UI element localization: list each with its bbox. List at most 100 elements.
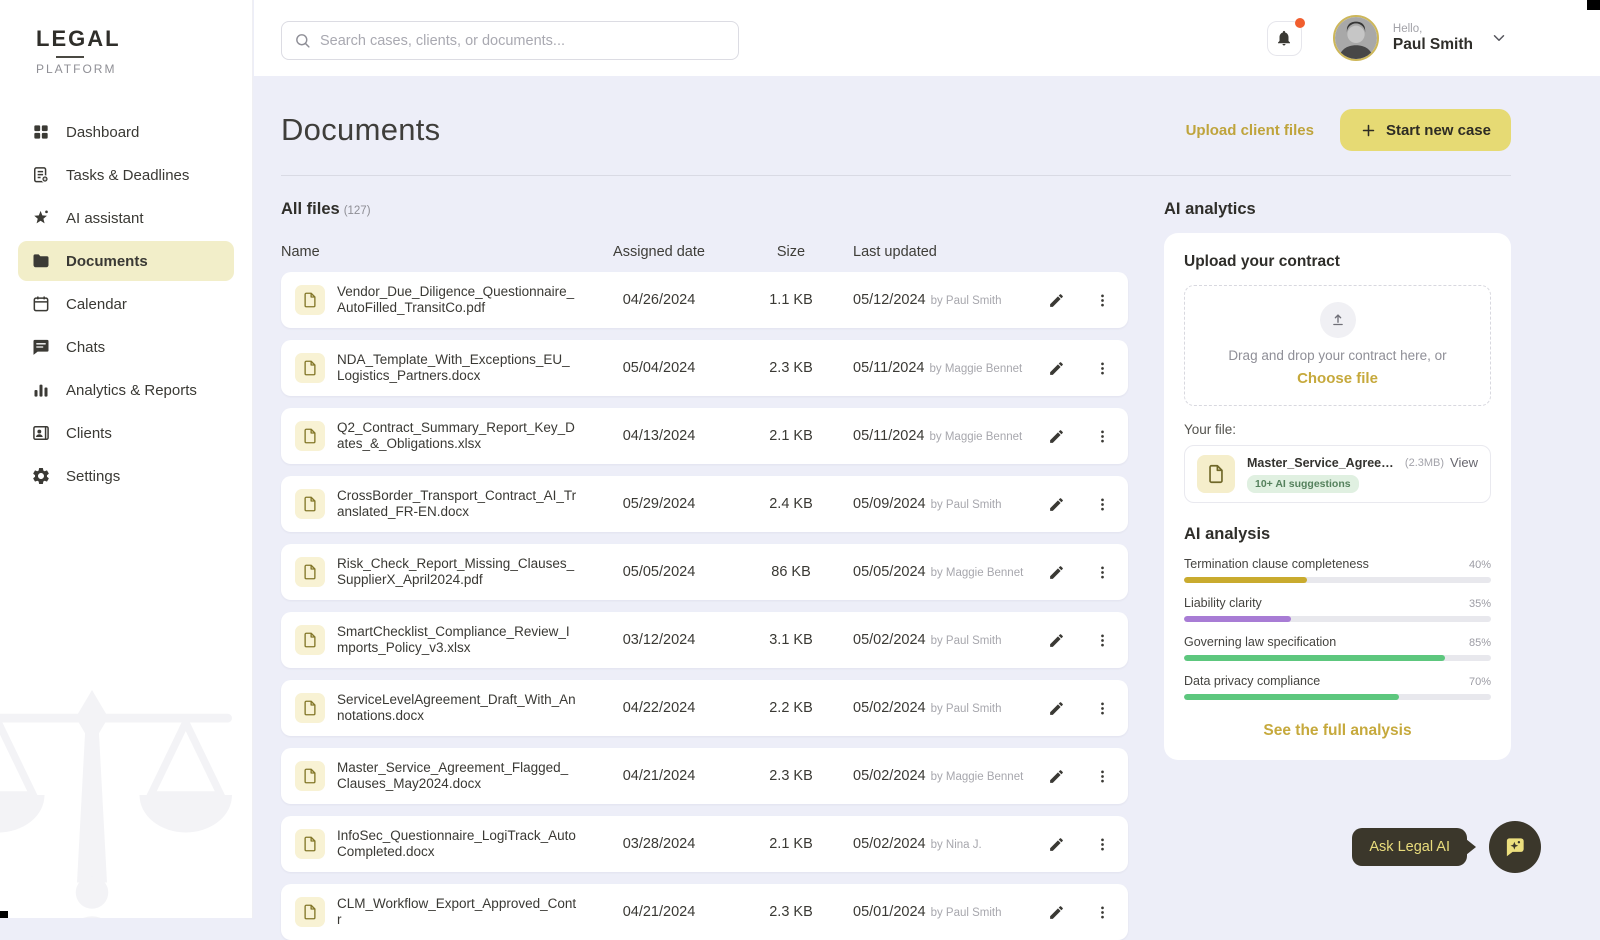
file-row[interactable]: CLM_Workflow_Export_Approved_Contr 04/21… bbox=[281, 884, 1128, 940]
sidebar-item-ai-assistant[interactable]: AI assistant bbox=[18, 198, 234, 238]
file-updated-by: by Paul Smith bbox=[931, 703, 1002, 715]
file-size: 3.1 KB bbox=[741, 632, 841, 648]
search-input[interactable] bbox=[320, 33, 726, 49]
ai-analytics-card: Upload your contract Drag and drop your … bbox=[1164, 233, 1511, 760]
file-more-menu-button[interactable] bbox=[1090, 492, 1114, 516]
file-more-menu-button[interactable] bbox=[1090, 560, 1114, 584]
ai-analysis-title: AI analysis bbox=[1184, 525, 1491, 544]
sidebar-item-chats[interactable]: Chats bbox=[18, 327, 234, 367]
file-size: 86 KB bbox=[741, 564, 841, 580]
contract-dropzone[interactable]: Drag and drop your contract here, or Cho… bbox=[1184, 285, 1491, 406]
file-document-icon bbox=[295, 693, 325, 723]
file-row[interactable]: Q2_Contract_Summary_Report_Key_Dates_&_O… bbox=[281, 408, 1128, 464]
files-table-header: Name Assigned date Size Last updated bbox=[281, 244, 1128, 260]
dropzone-text: Drag and drop your contract here, or bbox=[1195, 348, 1480, 363]
kebab-menu-icon bbox=[1094, 292, 1111, 309]
file-more-menu-button[interactable] bbox=[1090, 832, 1114, 856]
upload-icon bbox=[1329, 311, 1347, 329]
avatar[interactable] bbox=[1333, 15, 1379, 61]
sidebar-item-dashboard[interactable]: Dashboard bbox=[18, 112, 234, 152]
see-full-analysis-link[interactable]: See the full analysis bbox=[1184, 722, 1491, 740]
sidebar-item-settings[interactable]: Settings bbox=[18, 456, 234, 496]
ai-analysis-metrics: Termination clause completeness 40% Liab… bbox=[1184, 557, 1491, 700]
file-updated-by: by Paul Smith bbox=[931, 635, 1002, 647]
kebab-menu-icon bbox=[1094, 564, 1111, 581]
file-updated-by: by Paul Smith bbox=[931, 907, 1002, 919]
upload-client-files-link[interactable]: Upload client files bbox=[1186, 122, 1314, 139]
pencil-icon bbox=[1048, 292, 1065, 309]
sidebar-item-documents[interactable]: Documents bbox=[18, 241, 234, 281]
ask-legal-ai-button[interactable] bbox=[1489, 821, 1541, 873]
edit-file-button[interactable] bbox=[1044, 832, 1068, 856]
kebab-menu-icon bbox=[1094, 632, 1111, 649]
metric-label: Termination clause completeness bbox=[1184, 557, 1369, 571]
scales-of-justice-watermark bbox=[0, 680, 242, 918]
file-more-menu-button[interactable] bbox=[1090, 356, 1114, 380]
file-assigned-date: 04/13/2024 bbox=[589, 428, 729, 444]
file-more-menu-button[interactable] bbox=[1090, 764, 1114, 788]
metric-progress-fill bbox=[1184, 694, 1399, 700]
file-name: CrossBorder_Transport_Contract_AI_Transl… bbox=[337, 488, 577, 520]
file-row[interactable]: Master_Service_Agreement_Flagged_Clauses… bbox=[281, 748, 1128, 804]
analytics-reports-icon bbox=[31, 380, 51, 400]
file-more-menu-button[interactable] bbox=[1090, 696, 1114, 720]
kebab-menu-icon bbox=[1094, 428, 1111, 445]
edit-file-button[interactable] bbox=[1044, 492, 1068, 516]
analysis-metric: Governing law specification 85% bbox=[1184, 635, 1491, 661]
file-more-menu-button[interactable] bbox=[1090, 628, 1114, 652]
kebab-menu-icon bbox=[1094, 700, 1111, 717]
file-row[interactable]: CrossBorder_Transport_Contract_AI_Transl… bbox=[281, 476, 1128, 532]
column-size: Size bbox=[741, 244, 841, 260]
file-more-menu-button[interactable] bbox=[1090, 288, 1114, 312]
header-divider bbox=[281, 175, 1511, 176]
edit-file-button[interactable] bbox=[1044, 288, 1068, 312]
sidebar-item-clients[interactable]: Clients bbox=[18, 413, 234, 453]
brand-name: LEGAL bbox=[36, 26, 252, 52]
edit-file-button[interactable] bbox=[1044, 628, 1068, 652]
sidebar-item-calendar[interactable]: Calendar bbox=[18, 284, 234, 324]
edit-file-button[interactable] bbox=[1044, 560, 1068, 584]
pencil-icon bbox=[1048, 564, 1065, 581]
ask-legal-ai-tooltip[interactable]: Ask Legal AI bbox=[1352, 828, 1467, 866]
edit-file-button[interactable] bbox=[1044, 696, 1068, 720]
sidebar-item-tasks-deadlines[interactable]: Tasks & Deadlines bbox=[18, 155, 234, 195]
file-size: 2.2 KB bbox=[741, 700, 841, 716]
file-assigned-date: 03/28/2024 bbox=[589, 836, 729, 852]
edit-file-button[interactable] bbox=[1044, 900, 1068, 924]
file-more-menu-button[interactable] bbox=[1090, 424, 1114, 448]
start-new-case-button[interactable]: Start new case bbox=[1340, 109, 1511, 151]
topbar: Hello, Paul Smith bbox=[254, 0, 1600, 76]
user-name: Paul Smith bbox=[1393, 36, 1473, 54]
file-document-icon bbox=[295, 761, 325, 791]
file-updated-by: by Nina J. bbox=[931, 839, 982, 851]
ai-analytics-title: AI analytics bbox=[1164, 200, 1511, 219]
user-menu-toggle[interactable] bbox=[1490, 29, 1508, 47]
column-assigned-date: Assigned date bbox=[589, 244, 729, 260]
files-section: All files(127) Name Assigned date Size L… bbox=[281, 200, 1128, 940]
file-document-icon bbox=[295, 625, 325, 655]
pencil-icon bbox=[1048, 632, 1065, 649]
ai-chat-icon bbox=[1502, 834, 1528, 860]
edit-file-button[interactable] bbox=[1044, 424, 1068, 448]
sidebar-item-analytics-reports[interactable]: Analytics & Reports bbox=[18, 370, 234, 410]
edit-file-button[interactable] bbox=[1044, 764, 1068, 788]
file-row[interactable]: Vendor_Due_Diligence_Questionnaire_AutoF… bbox=[281, 272, 1128, 328]
file-row[interactable]: InfoSec_Questionnaire_LogiTrack_AutoComp… bbox=[281, 816, 1128, 872]
view-file-link[interactable]: View bbox=[1450, 455, 1478, 470]
file-row[interactable]: Risk_Check_Report_Missing_Clauses_Suppli… bbox=[281, 544, 1128, 600]
choose-file-link[interactable]: Choose file bbox=[1195, 370, 1480, 387]
file-more-menu-button[interactable] bbox=[1090, 900, 1114, 924]
file-row[interactable]: ServiceLevelAgreement_Draft_With_Annotat… bbox=[281, 680, 1128, 736]
file-assigned-date: 04/26/2024 bbox=[589, 292, 729, 308]
file-assigned-date: 05/05/2024 bbox=[589, 564, 729, 580]
file-assigned-date: 05/29/2024 bbox=[589, 496, 729, 512]
file-row[interactable]: NDA_Template_With_Exceptions_EU_Logistic… bbox=[281, 340, 1128, 396]
notifications-button[interactable] bbox=[1267, 21, 1302, 56]
calendar-icon bbox=[31, 294, 51, 314]
greeting-text: Hello, bbox=[1393, 23, 1473, 35]
metric-progress-track bbox=[1184, 655, 1491, 661]
file-row[interactable]: SmartChecklist_Compliance_Review_Imports… bbox=[281, 612, 1128, 668]
uploaded-file-card[interactable]: Master_Service_Agreement_Flagged_... (2.… bbox=[1184, 445, 1491, 503]
edit-file-button[interactable] bbox=[1044, 356, 1068, 380]
metric-percent: 35% bbox=[1469, 598, 1491, 610]
